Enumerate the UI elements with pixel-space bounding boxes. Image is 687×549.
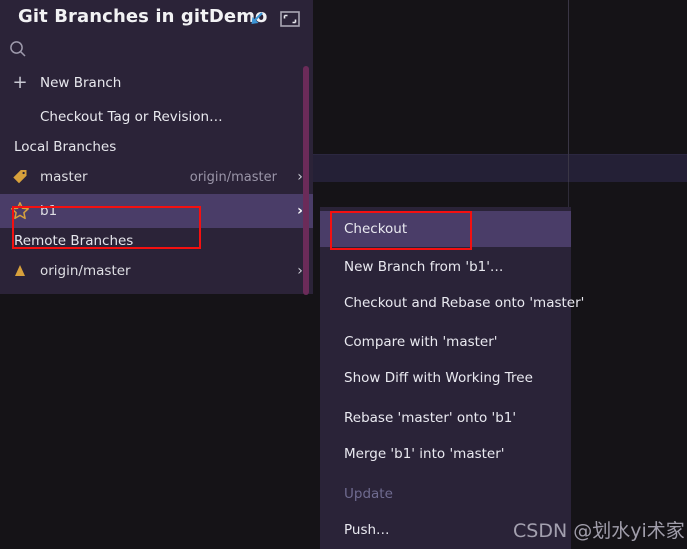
chevron-right-icon[interactable]: › (287, 263, 313, 279)
branch-tracking: origin/master (189, 169, 277, 185)
menu-item-compare-with-master[interactable]: Compare with 'master' (320, 324, 571, 360)
chevron-right-icon[interactable]: › (287, 169, 313, 185)
maximize-icon[interactable] (279, 8, 301, 30)
new-branch-label: New Branch (40, 75, 122, 91)
screen-root: Git Branches in gitDemo + New Branch Che… (0, 0, 687, 549)
git-branches-popup: Git Branches in gitDemo + New Branch Che… (0, 0, 313, 295)
new-branch-action[interactable]: + New Branch (0, 66, 313, 100)
branch-name: origin/master (40, 263, 131, 279)
collapse-arrow-icon[interactable] (245, 8, 267, 30)
star-icon (0, 201, 40, 221)
plus-icon: + (12, 72, 28, 93)
group-label-local-branches: Local Branches (14, 139, 117, 155)
menu-item-checkout[interactable]: Checkout (320, 211, 571, 247)
panel-scrollbar[interactable] (303, 66, 309, 295)
tag-icon (0, 168, 40, 186)
search-icon[interactable] (8, 39, 30, 61)
chevron-right-icon[interactable]: › (287, 203, 313, 219)
branch-row-b1[interactable]: b1 › (0, 194, 313, 228)
branch-row-master[interactable]: master origin/master › (0, 160, 313, 194)
panel-header: Git Branches in gitDemo (0, 0, 313, 38)
menu-item-push[interactable]: Push… (320, 512, 571, 548)
branch-name: master (40, 169, 88, 185)
checkout-tag-or-revision-action[interactable]: Checkout Tag or Revision… (0, 100, 313, 134)
search-row[interactable] (0, 38, 313, 66)
menu-item-new-branch-from[interactable]: New Branch from 'b1'… (320, 249, 571, 285)
remote-branch-icon (0, 263, 40, 279)
branch-name: b1 (40, 203, 58, 219)
menu-item-rebase-master-onto-b1[interactable]: Rebase 'master' onto 'b1' (320, 400, 571, 436)
branch-row-origin-master[interactable]: origin/master › (0, 254, 313, 288)
editor-highlight-band (313, 155, 687, 182)
checkout-tag-label: Checkout Tag or Revision… (40, 109, 223, 125)
branch-context-menu: Checkout New Branch from 'b1'… Checkout … (320, 207, 584, 549)
panel-header-actions (245, 8, 301, 30)
menu-item-update: Update (344, 486, 393, 502)
branches-list: + New Branch Checkout Tag or Revision… L… (0, 66, 313, 288)
page-title: Git Branches in gitDemo (18, 6, 268, 27)
menu-item-checkout-and-rebase[interactable]: Checkout and Rebase onto 'master' (320, 285, 584, 321)
menu-item-show-diff-working-tree[interactable]: Show Diff with Working Tree (320, 360, 571, 396)
group-label-remote-branches: Remote Branches (14, 233, 134, 249)
menu-item-merge-b1-into-master[interactable]: Merge 'b1' into 'master' (320, 436, 571, 472)
